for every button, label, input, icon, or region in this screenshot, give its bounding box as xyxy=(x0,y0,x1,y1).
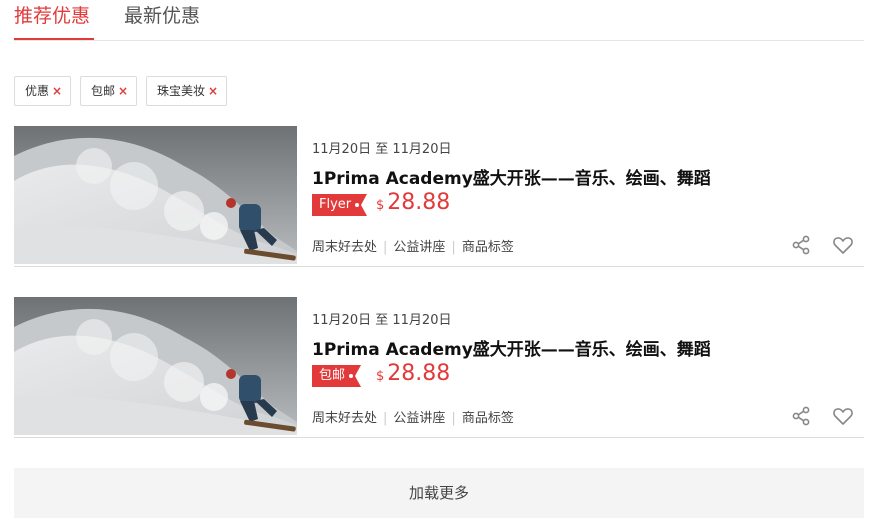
load-more-button[interactable]: 加载更多 xyxy=(14,468,864,518)
filter-tag-label: 包邮 xyxy=(91,84,116,98)
deal-date: 11月20日 至 11月20日 xyxy=(312,313,452,328)
deal-price: $28.88 xyxy=(376,190,451,215)
share-icon[interactable] xyxy=(790,405,812,427)
deal-badge: Flyer xyxy=(312,194,368,216)
deal-date: 11月20日 至 11月20日 xyxy=(312,142,452,157)
category-link[interactable]: 公益讲座 xyxy=(393,411,445,426)
deal-categories: 周末好去处 | 公益讲座 | 商品标签 xyxy=(312,240,514,255)
category-link[interactable]: 公益讲座 xyxy=(393,240,445,255)
deal-title[interactable]: 1Prima Academy盛大开张——音乐、绘画、舞蹈 xyxy=(312,335,711,360)
filter-tag: 包邮 × xyxy=(80,76,138,106)
deal-title[interactable]: 1Prima Academy盛大开张——音乐、绘画、舞蹈 xyxy=(312,164,711,189)
remove-filter-icon[interactable]: × xyxy=(118,84,128,98)
remove-filter-icon[interactable]: × xyxy=(208,84,218,98)
category-link[interactable]: 周末好去处 xyxy=(312,240,377,255)
deal-price: $28.88 xyxy=(376,361,451,386)
filter-tag: 珠宝美妆 × xyxy=(146,76,228,106)
tab-latest[interactable]: 最新优惠 xyxy=(124,3,200,29)
tab-recommended[interactable]: 推荐优惠 xyxy=(14,3,90,29)
deal-image[interactable] xyxy=(14,297,297,435)
active-tab-indicator xyxy=(14,38,94,40)
category-link[interactable]: 商品标签 xyxy=(462,240,514,255)
tab-bar: 推荐优惠 最新优惠 xyxy=(14,0,864,41)
filter-tag: 优惠 × xyxy=(14,76,72,106)
filter-tag-label: 珠宝美妆 xyxy=(157,84,206,98)
deal-image[interactable] xyxy=(14,126,297,264)
filter-tag-label: 优惠 xyxy=(25,84,50,98)
share-icon[interactable] xyxy=(790,234,812,256)
category-link[interactable]: 商品标签 xyxy=(462,411,514,426)
heart-icon[interactable] xyxy=(832,405,854,427)
remove-filter-icon[interactable]: × xyxy=(52,84,62,98)
category-link[interactable]: 周末好去处 xyxy=(312,411,377,426)
deal-card[interactable]: 11月20日 至 11月20日 1Prima Academy盛大开张——音乐、绘… xyxy=(14,126,864,267)
deal-card[interactable]: 11月20日 至 11月20日 1Prima Academy盛大开张——音乐、绘… xyxy=(14,297,864,438)
deal-badge: 包邮 xyxy=(312,365,362,387)
heart-icon[interactable] xyxy=(832,234,854,256)
deal-categories: 周末好去处 | 公益讲座 | 商品标签 xyxy=(312,411,514,426)
